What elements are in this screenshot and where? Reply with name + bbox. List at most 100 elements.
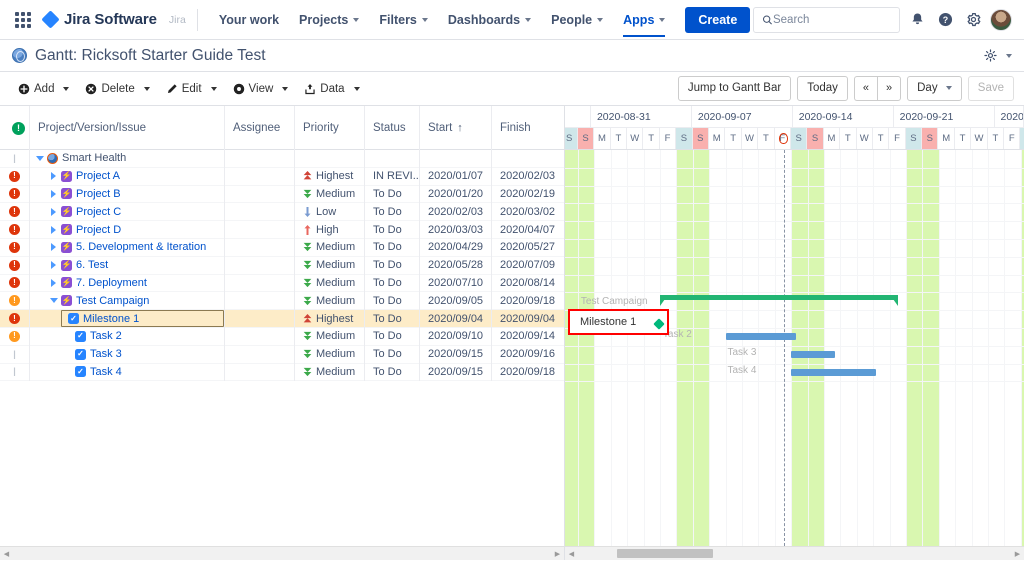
nav-item-your-work[interactable]: Your work xyxy=(209,1,289,39)
table-row[interactable]: ! ⚡ 7. Deployment Medium To Do 2020/07/10 2020… xyxy=(0,274,564,293)
issue-link[interactable]: Project A xyxy=(76,170,120,182)
scroll-right-arrow[interactable]: ▶ xyxy=(1011,547,1024,561)
row-name-cell[interactable]: ⚡ 7. Deployment xyxy=(30,274,225,292)
row-name-cell[interactable]: ⚡ Project D xyxy=(30,220,225,239)
issue-link[interactable]: Smart Health xyxy=(62,152,126,164)
issue-link[interactable]: Project C xyxy=(76,206,121,218)
row-name-cell[interactable]: ⚡ Project C xyxy=(30,202,225,221)
column-header-start[interactable]: Start ↑ xyxy=(420,106,492,150)
grid-horizontal-scrollbar[interactable]: ◀ ▶ xyxy=(0,546,565,560)
expand-arrow-icon[interactable] xyxy=(48,188,59,199)
jira-software-logo[interactable]: Jira Software xyxy=(41,10,157,29)
scroll-left-arrow[interactable]: ◀ xyxy=(0,547,13,561)
row-name-cell[interactable]: ✓ Task 4 xyxy=(30,363,225,381)
chevron-down-icon[interactable] xyxy=(1006,53,1012,58)
nav-item-apps[interactable]: Apps xyxy=(613,1,675,39)
scroll-back-button[interactable]: « xyxy=(853,76,877,101)
settings-icon[interactable] xyxy=(962,9,984,31)
table-row[interactable]: ! ⚡ 6. Test Medium To Do 2020/05/28 2020/07/09 xyxy=(0,256,564,275)
expand-arrow-icon[interactable] xyxy=(48,277,59,288)
row-name-cell[interactable]: ⚡ Project A xyxy=(30,167,225,186)
notifications-icon[interactable] xyxy=(906,9,928,31)
column-header-flag[interactable]: ! xyxy=(0,106,30,150)
gantt-bar-summary[interactable] xyxy=(659,295,898,307)
today-button[interactable]: Today xyxy=(797,76,848,101)
row-name-cell[interactable]: ✓ Milestone 1 xyxy=(30,309,225,328)
nav-item-projects[interactable]: Projects xyxy=(289,1,369,39)
expand-arrow-icon[interactable] xyxy=(48,171,59,182)
expand-arrow-icon[interactable] xyxy=(48,206,59,217)
gantt-bar-task[interactable] xyxy=(725,333,797,340)
user-avatar[interactable] xyxy=(990,8,1012,31)
issue-link[interactable]: 7. Deployment xyxy=(76,277,147,289)
table-row[interactable]: ! ⚡ Test Campaign Medium To Do 2020/09/05 2020… xyxy=(0,291,564,311)
search-box[interactable] xyxy=(753,6,900,33)
row-name-cell[interactable]: ⚡ Project B xyxy=(30,185,225,203)
row-name-cell[interactable]: ✓ Task 3 xyxy=(30,345,225,364)
page-settings-group[interactable] xyxy=(984,49,1012,62)
table-row[interactable]: Smart Health xyxy=(0,149,564,168)
gear-icon[interactable] xyxy=(984,49,997,62)
gantt-bar-task[interactable] xyxy=(791,350,836,358)
timeline-gridline xyxy=(758,150,760,546)
table-row[interactable]: ! ⚡ Project D High To Do 2020/03/03 2020/04/07 xyxy=(0,220,564,239)
column-header-name[interactable]: Project/Version/Issue xyxy=(30,106,225,150)
delete-menu-button[interactable]: Delete xyxy=(77,80,157,98)
timeline-horizontal-scrollbar[interactable]: ◀ ▶ xyxy=(565,546,1024,560)
nav-item-filters[interactable]: Filters xyxy=(369,1,438,39)
milestone-diamond-icon[interactable] xyxy=(653,318,665,330)
scroll-right-arrow[interactable]: ▶ xyxy=(551,547,564,561)
expand-arrow-icon[interactable] xyxy=(48,242,59,253)
app-switcher-icon[interactable] xyxy=(12,9,34,31)
scroll-forward-button[interactable]: » xyxy=(877,76,902,101)
time-scale-select[interactable]: Day xyxy=(907,76,962,101)
expand-arrow-icon[interactable] xyxy=(48,260,59,271)
table-row[interactable]: ✓ Task 4 Medium To Do2020/09/15 2020/09/18 xyxy=(0,363,564,382)
collapse-arrow-icon[interactable] xyxy=(34,153,45,164)
issue-link[interactable]: 5. Development & Iteration xyxy=(76,241,206,253)
issue-link[interactable]: Milestone 1 xyxy=(83,313,139,325)
issue-link[interactable]: Project D xyxy=(76,224,121,236)
issue-link[interactable]: Task 3 xyxy=(90,348,122,360)
view-menu-button[interactable]: View xyxy=(225,80,297,98)
row-name-cell[interactable]: ⚡ Test Campaign xyxy=(30,291,225,310)
globe-icon xyxy=(12,48,27,63)
save-button[interactable]: Save xyxy=(967,76,1014,101)
table-row[interactable]: ! ⚡ Project A Highest IN REVI... 2020/01/07 20… xyxy=(0,167,564,186)
jump-to-gantt-bar-button[interactable]: Jump to Gantt Bar xyxy=(677,76,792,101)
issue-link[interactable]: Test Campaign xyxy=(76,295,149,307)
timeline-gridline xyxy=(725,150,727,546)
edit-menu-button[interactable]: Edit xyxy=(158,80,225,98)
issue-link[interactable]: Project B xyxy=(76,188,121,200)
scrollbar-thumb[interactable] xyxy=(617,549,713,558)
gantt-bar-task[interactable] xyxy=(791,368,877,376)
table-row[interactable]: ✓ Task 3 Medium To Do2020/09/15 2020/09/16 xyxy=(0,345,564,364)
create-button[interactable]: Create xyxy=(685,6,751,33)
row-name-cell[interactable]: ⚡ 5. Development & Iteration xyxy=(30,238,225,257)
add-menu-button[interactable]: Add xyxy=(10,80,77,98)
row-name-cell[interactable]: Smart Health xyxy=(30,149,225,168)
issue-link[interactable]: Task 2 xyxy=(90,330,122,342)
row-name-cell[interactable]: ⚡ 6. Test xyxy=(30,256,225,275)
column-header-assignee[interactable]: Assignee xyxy=(225,106,295,150)
help-icon[interactable]: ? xyxy=(934,9,956,31)
table-row[interactable]: ! ✓ Milestone 1 Highest To Do 2020/09/04 2020/… xyxy=(0,309,564,328)
table-row[interactable]: ! ⚡ Project B Medium To Do 2020/01/20 2020/02/… xyxy=(0,185,564,204)
expand-arrow-icon[interactable] xyxy=(48,224,59,235)
column-header-finish[interactable]: Finish xyxy=(492,106,564,150)
milestone-highlight-box[interactable]: Milestone 1 xyxy=(568,309,669,336)
nav-item-dashboards[interactable]: Dashboards xyxy=(438,1,541,39)
row-name-cell[interactable]: ✓ Task 2 xyxy=(30,327,225,346)
issue-link[interactable]: 6. Test xyxy=(76,259,108,271)
issue-link[interactable]: Task 4 xyxy=(90,366,122,378)
scroll-left-arrow[interactable]: ◀ xyxy=(565,547,578,561)
collapse-arrow-icon[interactable] xyxy=(48,295,59,306)
search-input[interactable] xyxy=(772,13,891,26)
table-row[interactable]: ! ⚡ Project C Low To Do 2020/02/03 2020/03/02 xyxy=(0,202,564,222)
column-header-status[interactable]: Status xyxy=(365,106,420,150)
nav-item-people[interactable]: People xyxy=(541,1,613,39)
table-row[interactable]: ! ✓ Task 2 Medium To Do 2020/09/10 2020/09/14 xyxy=(0,327,564,346)
column-header-priority[interactable]: Priority xyxy=(295,106,365,150)
data-menu-button[interactable]: Data xyxy=(296,80,367,98)
table-row[interactable]: ! ⚡ 5. Development & Iteration Medium To Do 2… xyxy=(0,238,564,257)
